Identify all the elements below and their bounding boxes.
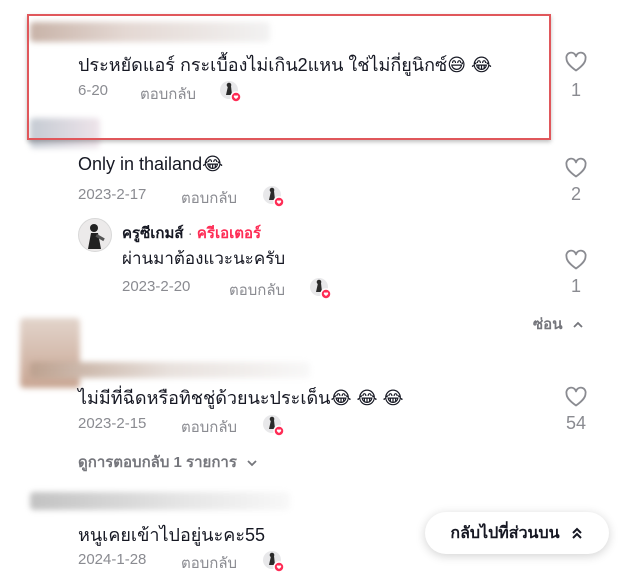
like-count: 1 [570, 80, 581, 100]
comment-date: 2023-2-17 [78, 186, 147, 203]
comment-date: 2023-2-15 [78, 415, 147, 432]
comment-text: ไม่มีที่ฉีดหรือทิชชู่ด้วยนะประเด็น😂 😂 😂 [78, 388, 404, 408]
double-chevron-up-icon [571, 527, 582, 539]
comment-text: หนูเคยเข้าไปอยู่นะคะ55 [78, 525, 266, 545]
blurred-avatar-4 [30, 492, 290, 510]
hide-label: ซ่อน [533, 316, 563, 333]
creator-avatar[interactable] [78, 218, 112, 252]
back-to-top-button[interactable]: กลับไปที่ส่วนบน [425, 512, 609, 554]
like-count: 54 [565, 413, 587, 433]
chevron-up-icon [572, 321, 583, 328]
comment-text: ประหยัดแอร์ กระเบื้องไม่เกิน2แหน ใช่ไม่ก… [78, 55, 492, 75]
reply-date: 2023-2-20 [122, 278, 191, 295]
like-count: 2 [570, 184, 581, 204]
view-replies-button[interactable]: ดูการตอบกลับ 1 รายการ [78, 450, 259, 474]
reply-button[interactable]: ตอบกลับ [181, 551, 237, 575]
creator-badge: ครีเอเตอร์ [196, 225, 262, 242]
reply-button[interactable]: ตอบกลับ [229, 278, 285, 302]
creator-name-line: ครูซีเกมส์ · ครีเอเตอร์ [122, 221, 261, 245]
reply-button[interactable]: ตอบกลับ [140, 82, 196, 106]
creator-name[interactable]: ครูซีเกมส์ [122, 225, 184, 242]
name-separator: · [187, 225, 193, 242]
comment-date: 6-20 [78, 82, 109, 99]
reply-text: ผ่านมาต้องแวะนะครับ [122, 249, 286, 268]
creator-liked-icon [219, 80, 242, 103]
comment-date: 2024-1-28 [78, 551, 147, 568]
hide-replies-button[interactable]: ซ่อน [533, 312, 585, 336]
reply-button[interactable]: ตอบกลับ [181, 415, 237, 439]
creator-liked-icon [309, 277, 332, 300]
blurred-username-3 [30, 362, 310, 378]
reply-button[interactable]: ตอบกลับ [181, 186, 237, 210]
view-replies-label: ดูการตอบกลับ 1 รายการ [78, 454, 237, 471]
chevron-down-icon [247, 460, 257, 467]
heart-outline-icon[interactable] [564, 50, 588, 74]
heart-outline-icon[interactable] [564, 156, 588, 180]
comment-text: Only in thailand😂 [78, 154, 224, 174]
heart-outline-icon[interactable] [564, 248, 588, 272]
back-to-top-label: กลับไปที่ส่วนบน [450, 524, 560, 542]
creator-liked-icon [262, 185, 285, 208]
like-count: 1 [570, 276, 581, 296]
creator-liked-icon [262, 414, 285, 437]
heart-outline-icon[interactable] [564, 385, 588, 409]
creator-liked-icon [262, 550, 285, 573]
